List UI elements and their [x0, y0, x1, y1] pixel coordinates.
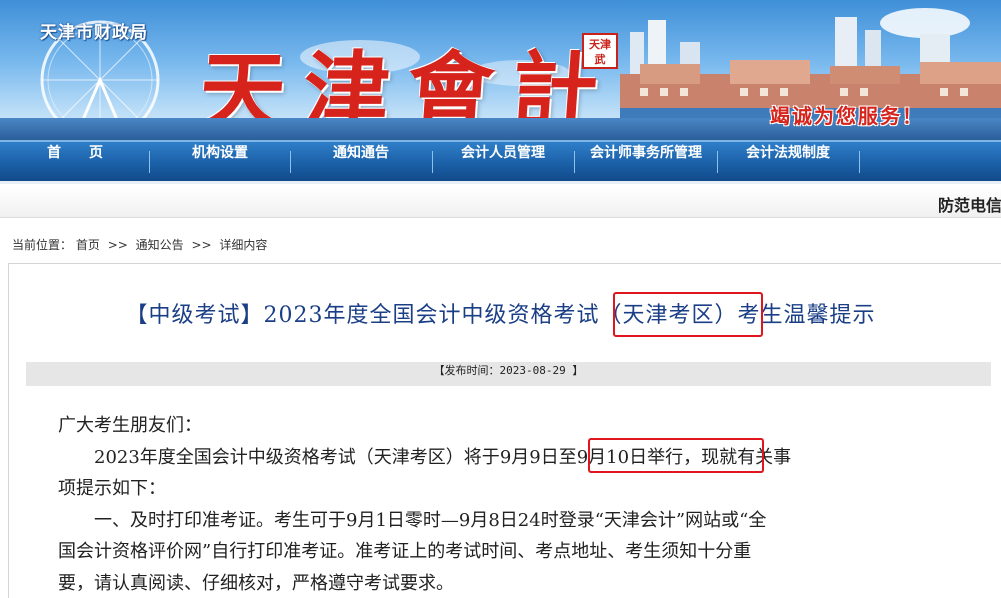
site-slogan: 竭诚为您服务！	[770, 104, 924, 128]
seal-stamp: 天津武	[582, 33, 618, 69]
nav-item-regulations[interactable]: 会计法规制度	[718, 142, 858, 181]
nav-item-firm-management[interactable]: 会计师事务所管理	[575, 142, 717, 181]
nav-item-home[interactable]: 首 页	[10, 142, 140, 181]
breadcrumb-current: 详细内容	[219, 238, 268, 252]
breadcrumb-notices-link[interactable]: 通知公告	[136, 238, 184, 252]
intro-text-before: 2023年度全国会计中级资格考试（天津考区）将于	[58, 446, 500, 468]
breadcrumb-home-link[interactable]: 首页	[76, 238, 100, 252]
site-banner: 天津市财政局 天津會計 天津武 竭诚为您服务！	[0, 0, 1001, 140]
breadcrumb-separator: >>	[107, 238, 128, 252]
nav-item-organization[interactable]: 机构设置	[150, 142, 290, 181]
scrolling-notice-text[interactable]: 防范电信	[938, 192, 1001, 216]
publish-time-bar: 【发布时间：2023-08-29 】	[26, 362, 991, 386]
intro-paragraph-continued: 项提示如下：	[58, 478, 166, 499]
breadcrumb-separator: >>	[191, 238, 212, 252]
article-title-prefix: 【中级考试】2023年度全国会计中级资格考试	[125, 303, 600, 328]
greeting-paragraph: 广大考生朋友们：	[58, 415, 202, 436]
item-one-paragraph-line3: 要，请认真阅读、仔细核对，严格遵守考试要求。	[58, 572, 454, 594]
main-nav: 首 页 机构设置 通知通告 会计人员管理 会计师事务所管理 会计法规制度	[0, 140, 1001, 184]
bureau-name: 天津市财政局	[40, 23, 148, 43]
item-one-paragraph-line2: 国会计资格评价网”自行打印准考证。准考证上的考试时间、考点地址、考生须知十分重	[58, 541, 752, 562]
item-one-paragraph-line1: 一、及时打印准考证。考生可于9月1日零时—9月8日24时登录“天津会计”网站或“…	[58, 509, 767, 531]
breadcrumb-prefix: 当前位置：	[12, 238, 73, 252]
article-title: 【中级考试】2023年度全国会计中级资格考试（天津考区）考生温馨提示	[0, 297, 1001, 329]
breadcrumb: 当前位置： 首页 >> 通知公告 >> 详细内容	[12, 236, 267, 253]
title-highlight-box	[613, 292, 763, 337]
intro-paragraph: 2023年度全国会计中级资格考试（天津考区）将于9月9日至9月10日举行，现就有…	[58, 442, 958, 474]
article-body: 广大考生朋友们： 2023年度全国会计中级资格考试（天津考区）将于9月9日至9月…	[58, 410, 958, 598]
scrolling-notice-bar: 防范电信	[0, 187, 1001, 218]
exam-date-highlight-box	[588, 438, 764, 473]
nav-item-notices[interactable]: 通知通告	[291, 142, 431, 181]
nav-item-accountant-management[interactable]: 会计人员管理	[433, 142, 573, 181]
nav-divider	[859, 151, 860, 173]
